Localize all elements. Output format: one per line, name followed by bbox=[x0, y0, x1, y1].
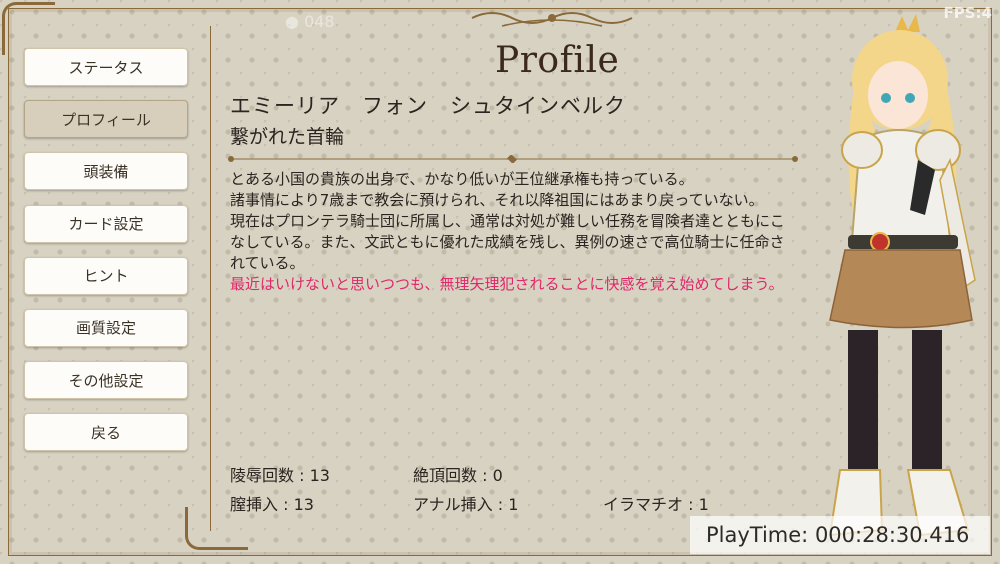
coin-icon: ● bbox=[285, 12, 299, 31]
top-ornament-icon bbox=[471, 12, 633, 27]
character-portrait bbox=[828, 14, 976, 537]
character-description: とある小国の貴族の出身で、かなり低いが王位継承権も持っている。 諸事情により7歳… bbox=[230, 169, 790, 295]
page-title: Profile bbox=[495, 40, 620, 81]
coin-counter: ● 048 bbox=[285, 12, 335, 31]
menu-button-hints[interactable]: ヒント bbox=[24, 256, 188, 295]
playtime-display: PlayTime: 000:28:30.416 bbox=[690, 516, 990, 554]
ornament-divider bbox=[228, 155, 798, 163]
menu-button-graphics-settings[interactable]: 画質設定 bbox=[24, 308, 188, 347]
menu-button-back[interactable]: 戻る bbox=[24, 413, 188, 452]
description-line: とある小国の貴族の出身で、かなり低いが王位継承権も持っている。 bbox=[230, 170, 694, 188]
profile-panel: Profile エミーリア フォン シュタインベルク 繋がれた首輪 とある小国の… bbox=[225, 30, 815, 530]
side-menu: ステータス プロフィール 頭装備 カード設定 ヒント 画質設定 その他設定 戻る bbox=[24, 48, 192, 466]
description-line: 諸事情により7歳まで教会に預けられ、それ以降祖国にはあまり戻っていない。 bbox=[230, 191, 764, 209]
stat-chitsu: 膣挿入 : 13 bbox=[230, 495, 314, 514]
stat-anal: アナル挿入 : 1 bbox=[413, 495, 519, 514]
menu-button-card-settings[interactable]: カード設定 bbox=[24, 204, 188, 243]
menu-divider bbox=[210, 26, 211, 531]
menu-button-status[interactable]: ステータス bbox=[24, 48, 188, 86]
menu-button-head-equipment[interactable]: 頭装備 bbox=[24, 152, 188, 191]
menu-button-other-settings[interactable]: その他設定 bbox=[24, 361, 188, 400]
character-name: エミーリア フォン シュタインベルク bbox=[230, 94, 626, 118]
description-line: 現在はプロンテラ騎士団に所属し、通常は対処が難しい任務を冒険者達とともにこなして… bbox=[230, 212, 785, 272]
description-highlight: 最近はいけないと思いつつも、無理矢理犯されることに快感を覚え始めてしまう。 bbox=[230, 275, 784, 293]
stat-irama: イラマチオ : 1 bbox=[603, 495, 709, 514]
menu-button-profile[interactable]: プロフィール bbox=[24, 100, 188, 139]
coin-count: 048 bbox=[304, 12, 335, 31]
stat-ryojoku: 陵辱回数 : 13 bbox=[230, 466, 330, 485]
character-subtitle: 繋がれた首輪 bbox=[230, 126, 345, 148]
stat-zetcho: 絶頂回数 : 0 bbox=[413, 466, 503, 485]
